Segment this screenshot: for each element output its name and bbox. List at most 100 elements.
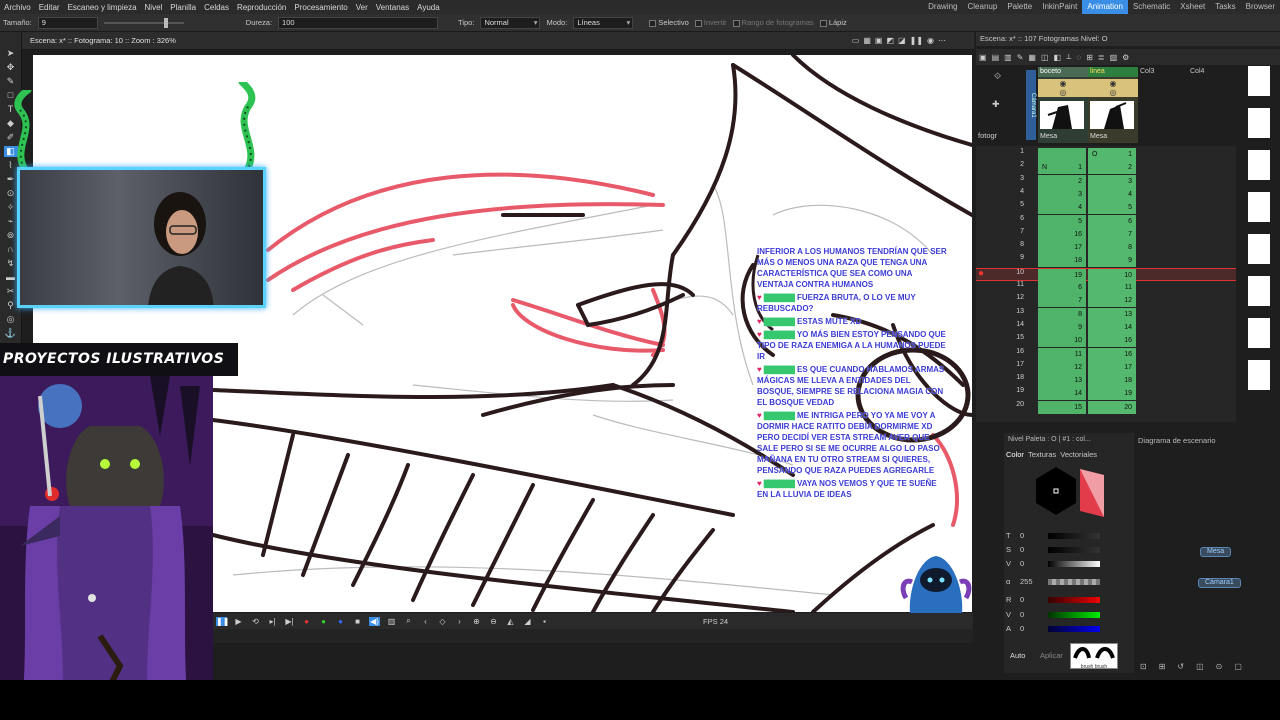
channel-value[interactable]: 0 [1020, 610, 1042, 619]
xsheet-cell[interactable]: 3 [1088, 174, 1136, 188]
camera-view-icon[interactable]: ▣ [875, 36, 883, 45]
channel-slider[interactable] [1048, 532, 1100, 539]
invert-checkbox[interactable]: Invertir [694, 18, 727, 27]
level-strip-frame[interactable] [1248, 276, 1270, 306]
marker-icon[interactable]: ▪ [539, 617, 550, 626]
frame-number[interactable]: 20 [1010, 401, 1024, 408]
xsheet-cell[interactable]: 6 [1088, 214, 1136, 228]
histogram-icon[interactable]: ▥ [386, 617, 397, 626]
fps-value[interactable]: 24 [720, 617, 728, 626]
eye-icon[interactable]: ◉ [927, 36, 934, 45]
level-strip-frame[interactable] [1248, 108, 1270, 138]
pause-icon[interactable]: ❚❚ [216, 616, 229, 626]
toggle-fx-icon[interactable]: ⊙ [1216, 662, 1223, 671]
control-point-tool-icon[interactable]: ✧ [4, 202, 18, 213]
save-icon[interactable]: ▤ [992, 53, 1000, 62]
channel-slider[interactable] [1048, 560, 1100, 567]
frame-number[interactable]: 2 [1010, 161, 1024, 168]
channel-value[interactable]: 0 [1020, 624, 1042, 633]
layers-icon[interactable]: ◫ [1041, 53, 1049, 62]
xsheet-cell[interactable]: 12 [1088, 294, 1136, 308]
mode-select[interactable]: Líneas [573, 16, 634, 29]
xsheet-cell[interactable]: 11 [1038, 347, 1086, 361]
add-column-icon[interactable]: ✚ [992, 99, 1000, 110]
room-schematic[interactable]: Schematic [1128, 0, 1175, 14]
frame-number[interactable]: 10 [1010, 269, 1024, 276]
room-tasks[interactable]: Tasks [1210, 0, 1240, 14]
xsheet-cell-area[interactable]: 1 O 1 2 N 1 2 3 2 3 4 3 4 5 4 5 6 5 6 7 16 7 8 17 8 9 18 9 10 19 10 11 6… [976, 146, 1236, 422]
frame-number[interactable]: 3 [1010, 175, 1024, 182]
visibility-toggles[interactable]: ◉ ◎ [1038, 79, 1088, 97]
xsheet-cell[interactable]: 4 [1088, 187, 1136, 201]
reset-icon[interactable]: ↺ [1177, 662, 1184, 671]
frame-number[interactable]: 19 [1010, 387, 1024, 394]
safe-area-icon[interactable]: ▭ [852, 36, 860, 45]
focus-icon[interactable]: ⊞ [1159, 662, 1166, 671]
tracker-tool-icon[interactable]: ◎ [4, 314, 18, 325]
xsheet-cell[interactable]: 7 [1088, 227, 1136, 241]
room-palette[interactable]: Palette [1002, 0, 1037, 14]
level-strip-frame[interactable] [1248, 192, 1270, 222]
xsheet-cell[interactable]: 4 [1038, 201, 1086, 215]
frame-number[interactable]: 7 [1010, 228, 1024, 235]
settings-icon[interactable]: ⚙ [1122, 53, 1129, 62]
xsheet-cell[interactable]: 13 [1088, 307, 1136, 321]
level-strip-frame[interactable] [1248, 66, 1270, 96]
frame-number[interactable]: 5 [1010, 201, 1024, 208]
xsheet-cell[interactable]: 10 [1038, 334, 1086, 348]
cut-icon[interactable]: ⟂ [1066, 52, 1071, 62]
column-header-linea[interactable]: linea ◉ ◎ Mesa [1088, 67, 1138, 143]
size-slider[interactable] [103, 17, 184, 28]
selective-checkbox[interactable]: Selectivo [649, 18, 689, 27]
matte-icon[interactable]: ■ [352, 617, 363, 626]
frame-number[interactable]: 8 [1010, 241, 1024, 248]
sound-icon[interactable]: ◀) [369, 616, 380, 626]
hook-tool-icon[interactable]: ⚓ [4, 328, 18, 339]
frame-number[interactable]: 17 [1010, 361, 1024, 368]
channel-value[interactable]: 0 [1020, 531, 1042, 540]
frame-number[interactable]: 16 [1010, 348, 1024, 355]
room-animation[interactable]: Animation [1082, 0, 1128, 14]
xsheet-cell[interactable]: 18 [1088, 374, 1136, 388]
xsheet-cell[interactable] [1038, 148, 1086, 161]
frame-number[interactable]: 9 [1010, 254, 1024, 261]
menu-planilla[interactable]: Planilla [166, 3, 200, 12]
zoom-in-icon[interactable]: ⊕ [471, 617, 482, 626]
xsheet-cell[interactable]: 2 [1038, 174, 1086, 188]
xsheet-cell[interactable]: 19 [1088, 387, 1136, 401]
channel-slider[interactable] [1048, 596, 1100, 603]
preview-icon[interactable]: ◩ [886, 36, 894, 45]
flip-icon[interactable]: ◭ [505, 617, 516, 626]
xsheet-cell[interactable]: 20 [1088, 400, 1136, 414]
search-icon[interactable]: ⌕ [403, 616, 414, 626]
xsheet-cell[interactable]: 12 [1038, 360, 1086, 374]
new-level-icon[interactable]: ▣ [979, 53, 987, 62]
skeleton-tool-icon[interactable]: ⚲ [4, 300, 18, 311]
xsheet-cell[interactable]: O1 [1088, 148, 1136, 161]
frame-number[interactable]: 12 [1010, 294, 1024, 301]
tab-vectors[interactable]: Vectoriales [1060, 450, 1097, 459]
xsheet-cell[interactable]: 9 [1038, 320, 1086, 334]
tab-color[interactable]: Color [1006, 450, 1024, 459]
brush-icon[interactable]: ✎ [1017, 53, 1024, 62]
xsheet-cell[interactable]: 17 [1088, 360, 1136, 374]
size-field[interactable]: 9 [37, 16, 98, 29]
channel-value[interactable]: 0 [1020, 559, 1042, 568]
frame-number[interactable]: 4 [1010, 188, 1024, 195]
xsheet-cell[interactable]: 9 [1088, 254, 1136, 268]
xsheet-cell[interactable]: 3 [1038, 187, 1086, 201]
frame-number[interactable]: 11 [1010, 281, 1024, 288]
pencil-checkbox[interactable]: Lápiz [819, 18, 847, 27]
frame-number[interactable]: 18 [1010, 374, 1024, 381]
level-strip-frame[interactable] [1248, 150, 1270, 180]
freeze-icon[interactable]: ❚❚ [910, 36, 923, 45]
cutter-tool-icon[interactable]: ✂ [4, 286, 18, 297]
arrow-tool-icon[interactable]: ➤ [4, 48, 18, 59]
folder-icon[interactable]: ▥ [1004, 53, 1012, 62]
last-frame-icon[interactable]: ▶| [284, 617, 295, 626]
xsheet-cell[interactable]: 2 [1088, 161, 1136, 175]
channel-value[interactable]: 0 [1020, 545, 1042, 554]
channel-value[interactable]: 255 [1020, 577, 1042, 586]
menu-celdas[interactable]: Celdas [200, 3, 233, 12]
sheet-icon[interactable]: ▧ [1110, 53, 1118, 62]
